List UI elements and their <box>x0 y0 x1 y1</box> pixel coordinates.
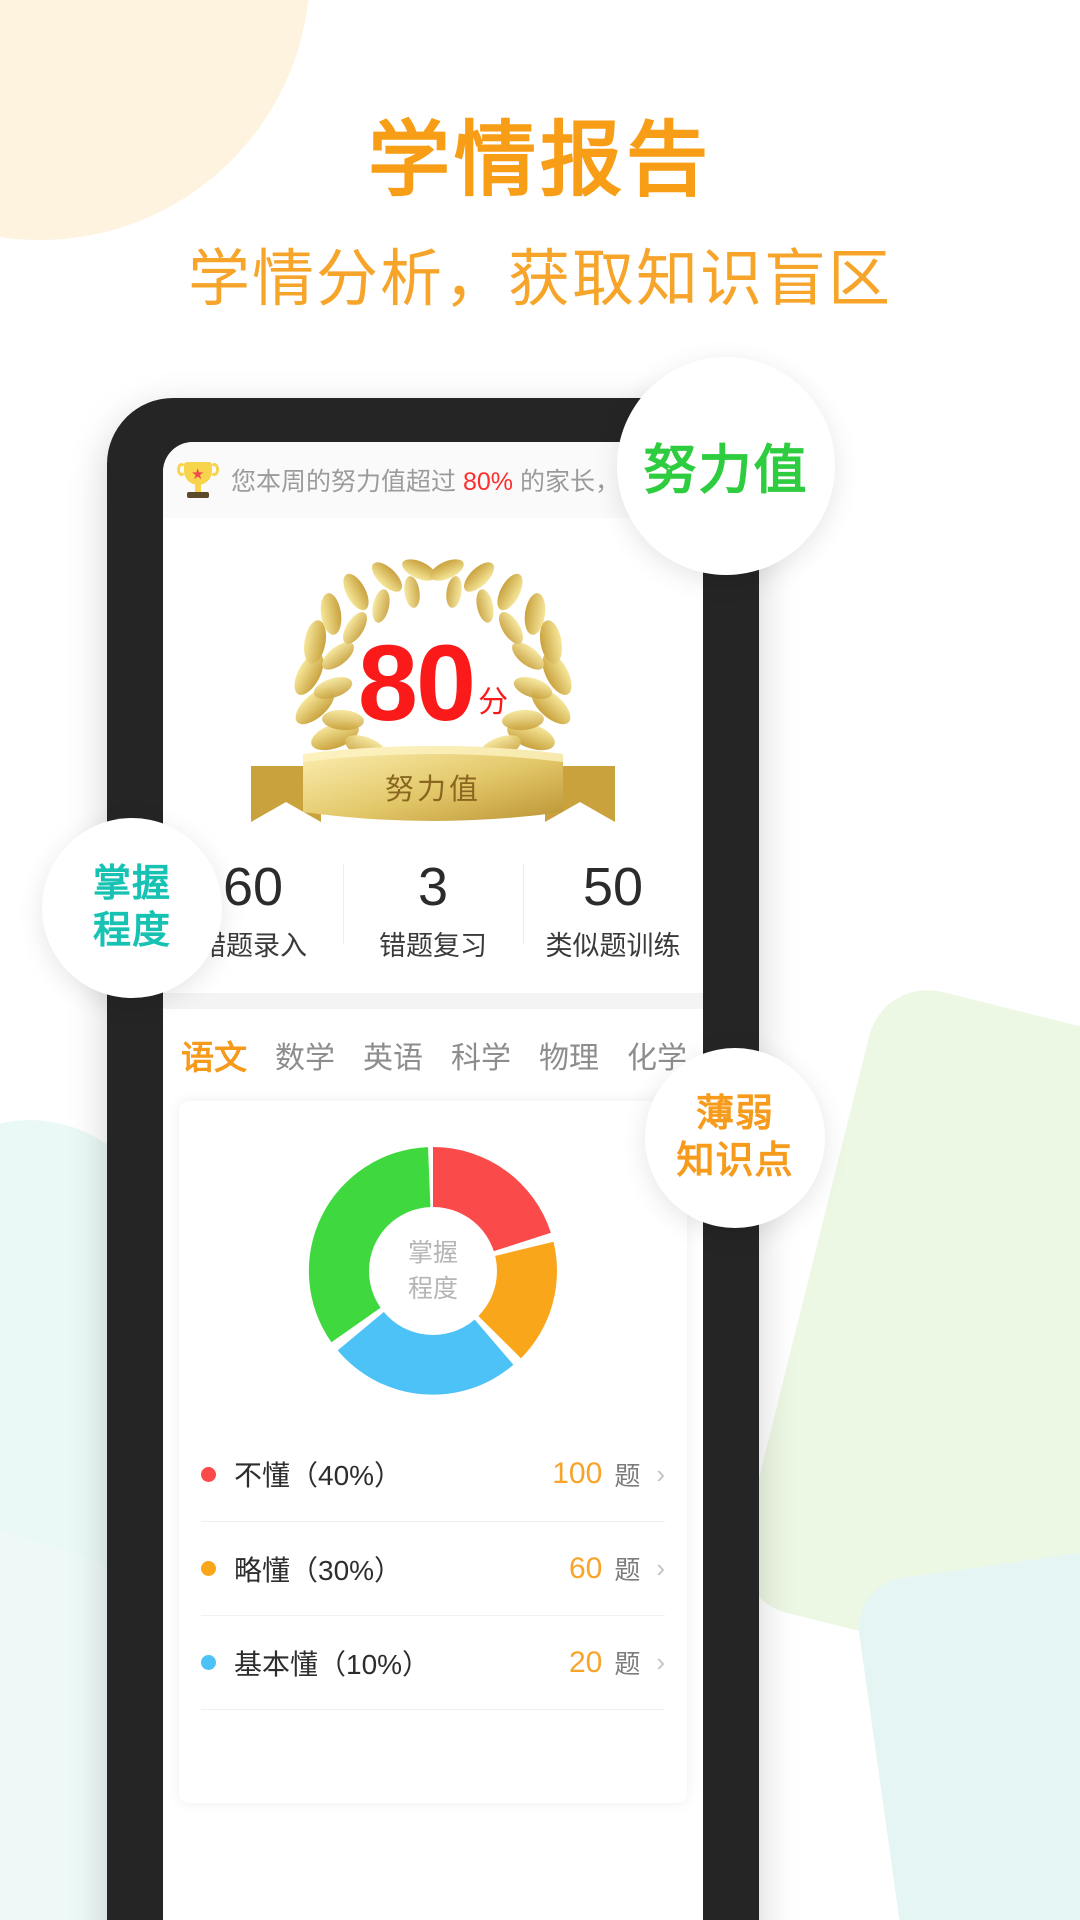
legend-label: 不懂（40%） <box>234 1460 403 1492</box>
effort-score-value: 80 <box>357 622 476 743</box>
legend-dot-buddong <box>201 1466 216 1482</box>
section-divider <box>163 993 703 1010</box>
legend-unit: 题 <box>614 1649 641 1680</box>
legend-unit: 题 <box>614 1555 641 1586</box>
effort-score: 80 分 <box>357 622 509 743</box>
effort-text-before: 您本周的努力值超过 <box>231 468 463 496</box>
list-item[interactable]: 略懂（30%） 60 题 › <box>201 1521 665 1615</box>
mastery-legend-list: 不懂（40%） 100 题 › 略懂（30%） 60 题 › 基本懂（10%） … <box>179 1427 687 1803</box>
trophy-icon: ★ <box>177 460 219 500</box>
donut-center-label: 掌握 程度 <box>369 1207 497 1336</box>
mastery-card: 掌握 程度 不懂（40%） 100 题 › 略懂（30%） 60 题 › 基本懂… <box>179 1101 687 1804</box>
callout-weak-knowledge: 薄弱 知识点 <box>645 1048 825 1228</box>
subject-tabs: 语文 数学 英语 科学 物理 化学 <box>163 1009 703 1097</box>
page-subtitle: 学情分析，获取知识盲区 <box>187 245 892 315</box>
legend-dot-jibendong <box>201 1655 216 1671</box>
legend-unit: 题 <box>614 1460 641 1491</box>
callout-mastery-line1: 掌握 <box>92 862 171 905</box>
tab-chinese[interactable]: 语文 <box>181 1031 247 1079</box>
stats-row: 60 错题录入 3 错题复习 50 类似题训练 <box>163 848 703 993</box>
callout-effort-value: 努力值 <box>617 357 835 575</box>
page-title: 学情报告 <box>367 115 712 206</box>
legend-count: 20 <box>568 1645 603 1679</box>
stat-item-similar-practice[interactable]: 50 类似题训练 <box>523 856 703 963</box>
page-heading-group: 学情报告 学情分析，获取知识盲区 <box>0 115 1080 318</box>
legend-count: 100 <box>552 1457 603 1491</box>
effort-medal-area: 80 分 努力值 <box>163 518 703 848</box>
stat-item-wrong-review[interactable]: 3 错题复习 <box>343 856 523 963</box>
stat-label: 类似题训练 <box>545 931 681 962</box>
stat-label: 错题复习 <box>379 931 487 962</box>
phone-screen: ★ 您本周的努力值超过 80% 的家长，好棒 80 分 努力值 60 错题录入 … <box>163 442 703 1920</box>
donut-center-line2: 程度 <box>407 1275 458 1304</box>
effort-score-unit: 分 <box>478 686 509 720</box>
tab-math[interactable]: 数学 <box>275 1033 335 1077</box>
chevron-right-icon[interactable]: › <box>656 1647 665 1678</box>
tab-english[interactable]: 英语 <box>363 1033 423 1077</box>
background-blob-right-2 <box>852 1539 1080 1920</box>
legend-label: 略懂（30%） <box>234 1554 403 1586</box>
legend-dot-luedong <box>201 1561 216 1577</box>
callout-mastery-level: 掌握 程度 <box>42 818 222 998</box>
tab-science[interactable]: 科学 <box>451 1033 511 1077</box>
ribbon-label: 努力值 <box>384 774 482 806</box>
callout-weak-line1: 薄弱 <box>695 1092 774 1135</box>
tab-physics[interactable]: 物理 <box>539 1033 599 1077</box>
legend-label: 基本懂（10%） <box>234 1648 431 1680</box>
list-item[interactable]: 不懂（40%） 100 题 › <box>201 1427 665 1521</box>
donut-center-line1: 掌握 <box>407 1238 458 1267</box>
mastery-donut-chart: 掌握 程度 <box>179 1127 687 1427</box>
stat-value: 50 <box>582 857 644 917</box>
legend-count: 60 <box>568 1551 603 1585</box>
callout-mastery-line2: 程度 <box>92 910 171 952</box>
stat-value: 3 <box>417 857 449 917</box>
list-item-partial[interactable] <box>201 1709 665 1803</box>
callout-weak-line2: 知识点 <box>676 1140 794 1182</box>
effort-percent: 80% <box>462 468 513 496</box>
chevron-right-icon[interactable]: › <box>656 1553 665 1584</box>
callout-effort-label: 努力值 <box>643 441 809 500</box>
list-item[interactable]: 基本懂（10%） 20 题 › <box>201 1615 665 1709</box>
effort-banner-text: 您本周的努力值超过 80% 的家长，好棒 <box>231 462 670 498</box>
chevron-right-icon[interactable]: › <box>656 1459 665 1490</box>
